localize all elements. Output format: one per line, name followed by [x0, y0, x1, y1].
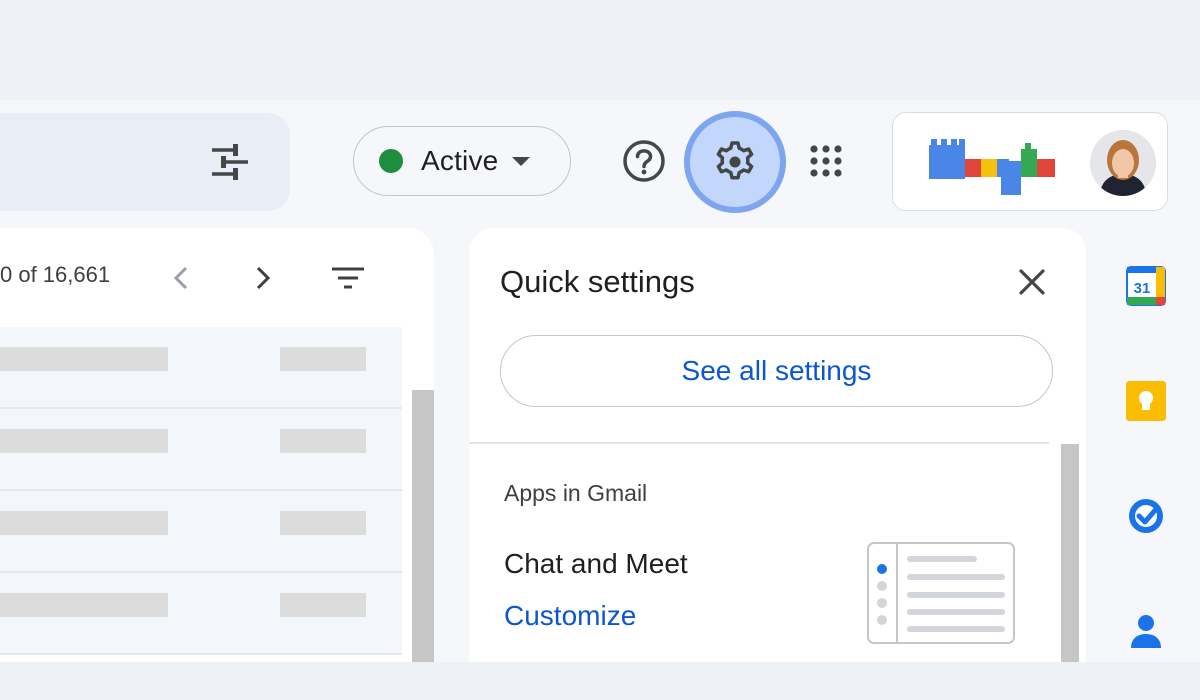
- mail-rows: [0, 327, 402, 655]
- chat-layout-illustration: [867, 542, 1015, 644]
- list-item[interactable]: [0, 573, 402, 655]
- row-placeholder: [0, 593, 168, 617]
- google-logo-icon: [929, 139, 1055, 195]
- tasks-icon[interactable]: [1124, 494, 1168, 538]
- mail-list-scrollbar[interactable]: [412, 390, 434, 662]
- list-item[interactable]: [0, 409, 402, 491]
- list-item[interactable]: [0, 327, 402, 409]
- see-all-settings-button[interactable]: See all settings: [500, 335, 1053, 407]
- quick-settings-title: Quick settings: [500, 264, 695, 299]
- quick-settings-scrollbar[interactable]: [1061, 444, 1079, 662]
- contacts-icon[interactable]: [1124, 608, 1168, 652]
- search-bar[interactable]: [0, 113, 290, 211]
- row-placeholder: [280, 347, 366, 371]
- customize-link[interactable]: Customize: [504, 600, 636, 632]
- account-box[interactable]: [892, 112, 1168, 211]
- row-placeholder: [280, 511, 366, 535]
- section-heading: Apps in Gmail: [504, 480, 648, 506]
- apps-grid-icon[interactable]: [800, 135, 852, 187]
- close-icon[interactable]: [1012, 262, 1052, 302]
- keep-icon[interactable]: [1124, 379, 1168, 423]
- pagination-text: 0 of 16,661: [0, 262, 111, 287]
- row-placeholder: [0, 347, 168, 371]
- divider: [469, 442, 1049, 444]
- chevron-right-icon[interactable]: [246, 258, 282, 298]
- quick-settings-panel: Quick settings See all settings Apps in …: [469, 228, 1086, 662]
- avatar[interactable]: [1090, 130, 1156, 196]
- help-icon[interactable]: [618, 135, 670, 187]
- list-item[interactable]: [0, 491, 402, 573]
- row-placeholder: [280, 593, 366, 617]
- row-placeholder: [280, 429, 366, 453]
- calendar-date: 31: [1134, 280, 1151, 297]
- gear-icon: [716, 141, 754, 180]
- gmail-window: Active 0 of 16,661 Quick settings See al…: [0, 0, 1200, 700]
- chat-meet-label: Chat and Meet: [504, 548, 688, 579]
- status-dropdown[interactable]: Active: [353, 126, 571, 196]
- status-label: Active: [421, 145, 499, 176]
- bottom-band: [0, 662, 1200, 700]
- tune-icon[interactable]: [206, 142, 254, 182]
- calendar-icon[interactable]: 31: [1124, 264, 1168, 308]
- filter-icon[interactable]: [326, 258, 370, 298]
- row-placeholder: [0, 511, 168, 535]
- top-band: [0, 0, 1200, 100]
- status-dot-icon: [379, 149, 403, 173]
- caret-down-icon: [512, 156, 531, 166]
- settings-button[interactable]: [684, 111, 786, 213]
- chevron-left-icon[interactable]: [164, 258, 200, 298]
- row-placeholder: [0, 429, 168, 453]
